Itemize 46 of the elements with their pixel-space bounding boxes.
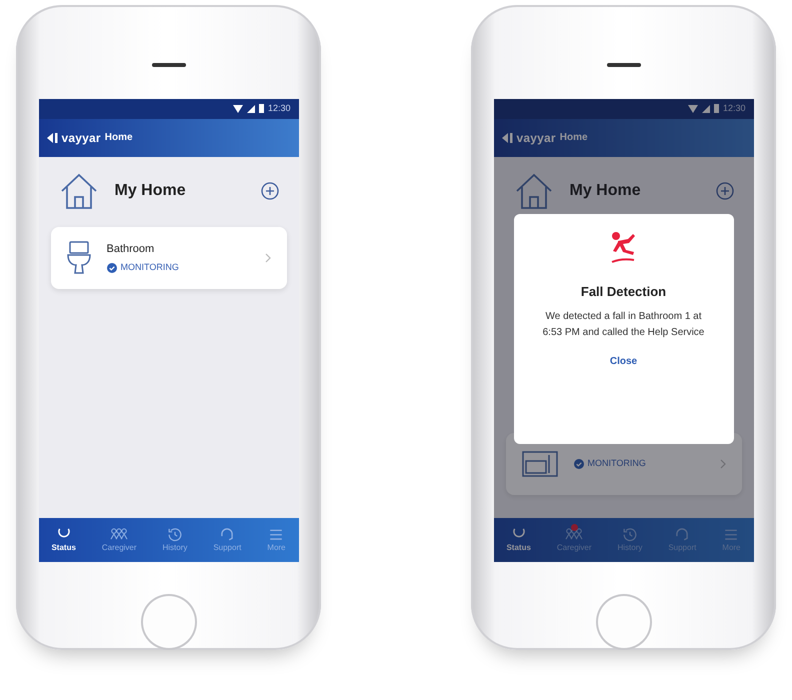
- tab-item[interactable]: History: [617, 526, 642, 554]
- people-icon: [565, 526, 584, 542]
- add-icon: [260, 182, 278, 200]
- tab-item[interactable]: Status: [51, 526, 76, 554]
- check-circle-icon: [574, 458, 584, 469]
- tab-item[interactable]: History: [162, 526, 188, 554]
- dialog-title: Fall Detection: [580, 282, 666, 301]
- tab-item[interactable]: Support: [668, 526, 696, 554]
- tab-item[interactable]: More: [267, 526, 286, 554]
- battery-icon: [714, 104, 719, 114]
- wifi-icon: [688, 104, 698, 113]
- room-status: MONITORING: [588, 456, 646, 470]
- signal-icon: [246, 104, 255, 113]
- furniture-icon: [522, 450, 558, 477]
- history-icon: [620, 526, 639, 542]
- tab-item[interactable]: Caregiver: [102, 526, 137, 554]
- status-time: 12:30: [722, 102, 746, 116]
- room-name: Bathroom: [106, 242, 156, 257]
- app-title: Home: [104, 131, 133, 146]
- dialog-message: We detected a fall in Bathroom 1 at 6:53 PM and called the Help Service: [542, 310, 706, 340]
- wifi-icon: [232, 104, 243, 113]
- people-icon: [110, 526, 128, 542]
- logo-mark-icon: [502, 132, 512, 144]
- tab-item[interactable]: Caregiver: [556, 526, 592, 554]
- tab-item[interactable]: Support: [213, 526, 242, 554]
- tab-item[interactable]: Status: [506, 526, 531, 554]
- logo-mark-icon: [46, 132, 58, 144]
- room-card[interactable]: Bathroom MONITORING: [50, 226, 286, 289]
- room-status: MONITORING: [120, 261, 179, 274]
- signal-icon: [702, 104, 710, 113]
- home-title: My Home: [114, 180, 187, 201]
- chevron-right-icon: [720, 458, 726, 469]
- brand-name: vayyar: [62, 130, 101, 147]
- speaker-slot: [152, 63, 186, 67]
- close-button[interactable]: Close: [604, 353, 644, 370]
- brand-name: vayyar: [516, 130, 556, 147]
- add-icon: [716, 182, 734, 200]
- chevron-right-icon: [264, 252, 270, 263]
- history-icon: [166, 526, 184, 542]
- check-circle-icon: [106, 262, 116, 273]
- speaker-slot: [606, 63, 640, 67]
- toilet-icon: [66, 240, 90, 275]
- home-title: My Home: [570, 180, 642, 201]
- app-title: Home: [560, 131, 588, 146]
- battery-icon: [258, 104, 264, 114]
- status-time: 12:30: [268, 102, 290, 116]
